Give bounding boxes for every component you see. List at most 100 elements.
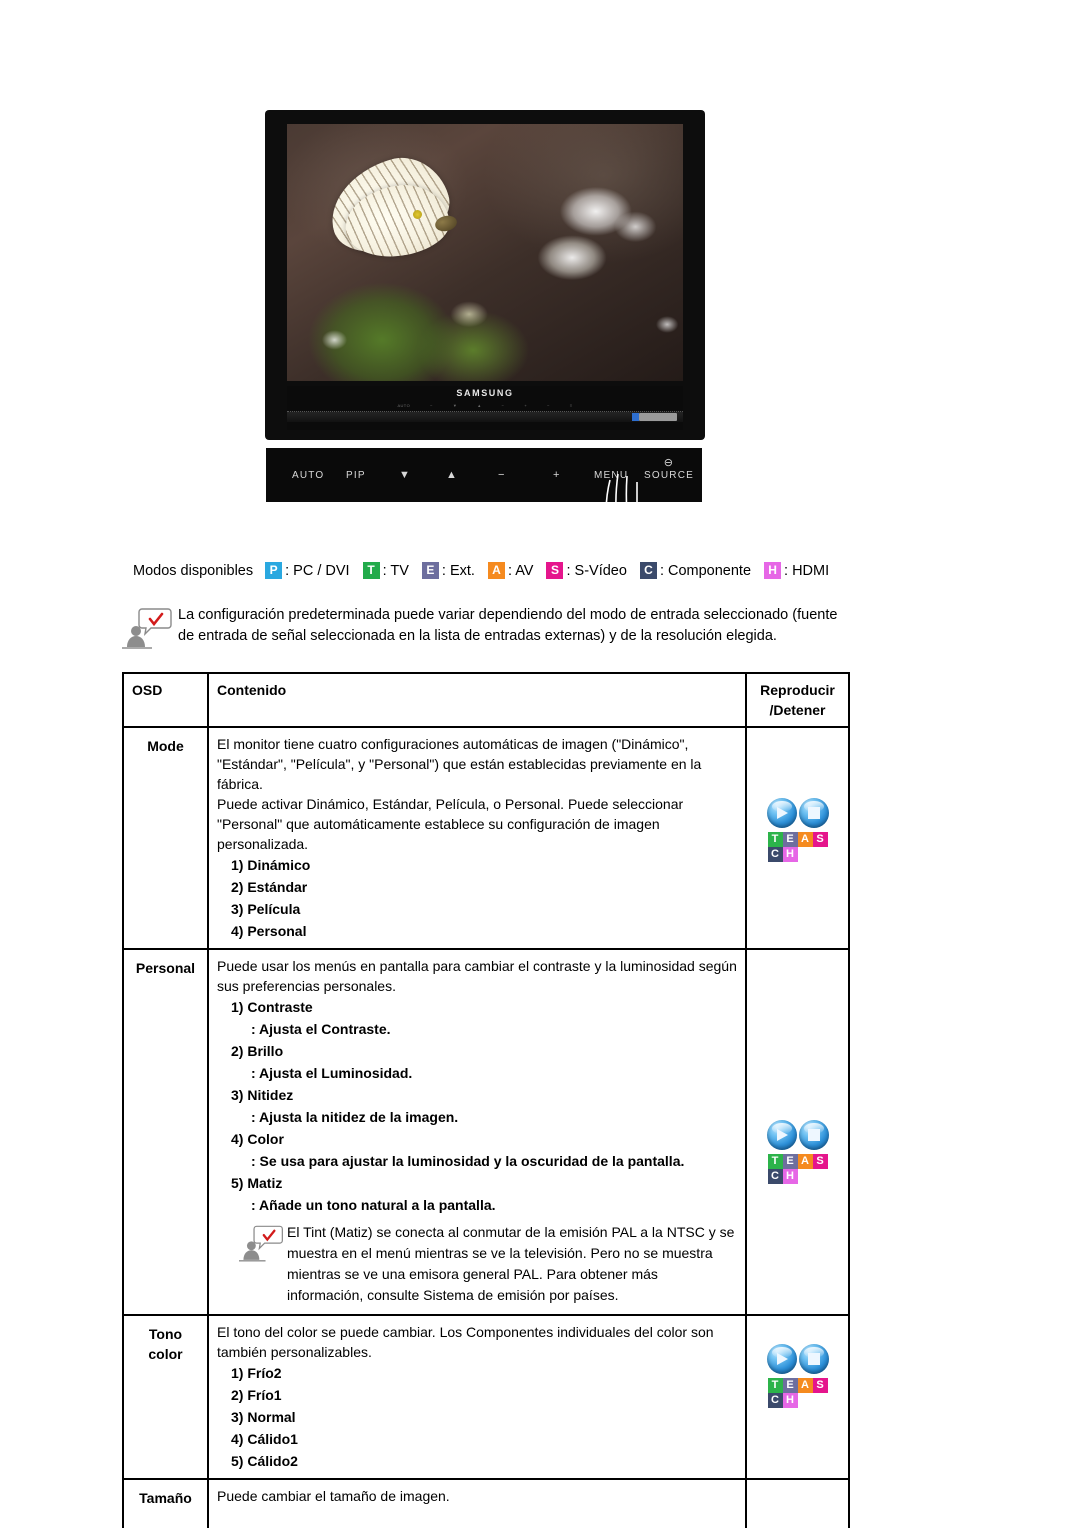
stop-icon[interactable] — [798, 1344, 829, 1374]
row-label-tono-color: Tono color — [122, 1314, 209, 1480]
mode-hdmi: H : HDMI — [764, 562, 829, 579]
mode-ext: E : Ext. — [421, 562, 475, 579]
teach-row-1: T E A S — [767, 832, 828, 847]
teach-badge-s: S — [812, 1378, 828, 1393]
row-content-mode: El monitor tiene cuatro configuraciones … — [207, 726, 747, 950]
mode-chip-c: C — [639, 562, 657, 579]
teach-badge-s: S — [812, 1154, 828, 1169]
table-row: Mode El monitor tiene cuatro configuraci… — [122, 726, 850, 950]
paragraph: El tono del color se puede cambiar. Los … — [217, 1324, 714, 1360]
list-item: 1) Frío2 — [231, 1365, 282, 1381]
mode-componente: C : Componente — [639, 562, 752, 579]
header-contenido: Contenido — [207, 672, 747, 728]
mode-chip-a: A — [487, 562, 505, 579]
teach-badge-e: E — [782, 1378, 798, 1393]
up-arrow-icon[interactable]: ▲ — [446, 469, 458, 481]
micro-label: − — [547, 403, 550, 408]
minus-icon[interactable]: − — [498, 469, 506, 481]
mode-chip-h: H — [764, 562, 782, 579]
row-label-tamano: Tamaño — [122, 1478, 209, 1528]
stop-icon[interactable] — [798, 798, 829, 828]
list-item: 2) Brillo — [231, 1043, 284, 1059]
paragraph: Puede activar Dinámico, Estándar, Pelícu… — [217, 796, 684, 852]
inner-note-text: El Tint (Matiz) se conecta al conmutar d… — [287, 1224, 735, 1303]
paragraph: Puede cambiar el tamaño de imagen. — [217, 1488, 450, 1504]
down-arrow-icon[interactable]: ▼ — [399, 469, 411, 481]
mode-options-list: 1) Dinámico 2) Estándar 3) Película 4) P… — [217, 854, 737, 942]
teach-badge-e: E — [782, 832, 798, 847]
list-item-desc: : Se usa para ajustar la luminosidad y l… — [251, 1153, 685, 1169]
table-row: Tono color El tono del color se puede ca… — [122, 1314, 850, 1480]
teach-badge-c: C — [767, 1169, 783, 1184]
teach-badge-group: T E A S C H — [755, 832, 840, 862]
row-icons-personal: T E A S C H — [745, 948, 850, 1316]
monitor-micro-labels: AUTO − ▼ ▲ − + − ≡ — [287, 403, 683, 408]
teach-row-1: T E A S — [767, 1378, 828, 1393]
list-item: 5) Cálido2 — [231, 1453, 298, 1469]
micro-label: ▲ — [477, 403, 482, 408]
list-item: 4) Color — [231, 1131, 284, 1147]
monitor-base-slot — [287, 411, 683, 422]
mode-chip-t: T — [362, 562, 380, 579]
row-label-mode: Mode — [122, 726, 209, 950]
micro-label: − — [430, 403, 433, 408]
plus-icon[interactable]: + — [553, 469, 561, 481]
list-item-desc: : Añade un tono natural a la pantalla. — [251, 1197, 496, 1213]
play-icon[interactable] — [766, 798, 797, 828]
pip-button[interactable]: PIP — [346, 470, 366, 481]
paragraph: El monitor tiene cuatro configuraciones … — [217, 736, 702, 792]
auto-button[interactable]: AUTO — [292, 470, 324, 481]
teach-badge-group: T E A S C H — [755, 1154, 840, 1184]
play-stop-icons — [755, 1120, 840, 1150]
mode-svideo: S : S-Vídeo — [546, 562, 627, 579]
paragraph: Puede usar los menús en pantalla para ca… — [217, 958, 737, 994]
mode-text-c: : Componente — [659, 562, 752, 579]
menu-button[interactable]: MENU — [594, 470, 628, 481]
play-stop-icons — [755, 1344, 840, 1374]
note-person-icon — [122, 605, 178, 656]
list-item: 5) Matiz — [231, 1175, 283, 1191]
row-content-tamano: Puede cambiar el tamaño de imagen. — [207, 1478, 747, 1528]
play-icon[interactable] — [766, 1120, 797, 1150]
tono-color-options-list: 1) Frío2 2) Frío1 3) Normal 4) Cálido1 5… — [217, 1362, 737, 1472]
list-item: 3) Normal — [231, 1409, 296, 1425]
teach-row-2: C H — [767, 1393, 798, 1408]
stop-icon[interactable] — [798, 1120, 829, 1150]
mode-chip-e: E — [421, 562, 439, 579]
micro-label: + — [524, 403, 528, 408]
mode-chip-s: S — [546, 562, 564, 579]
list-item-desc: : Ajusta el Luminosidad. — [251, 1065, 413, 1081]
play-icon[interactable] — [766, 1344, 797, 1374]
samsung-logo: SAMSUNG — [456, 388, 514, 398]
mode-tv: T : TV — [362, 562, 409, 579]
row-icons-tono-color: T E A S C H — [745, 1314, 850, 1480]
available-modes-line: Modos disponibles P : PC / DVI T : TV E … — [133, 562, 842, 579]
teach-badge-h: H — [782, 847, 798, 862]
teach-badge-e: E — [782, 1154, 798, 1169]
butterfly-photo — [287, 124, 683, 381]
butterfly-spot — [412, 209, 422, 219]
micro-label: − — [501, 403, 505, 408]
mode-av: A : AV — [487, 562, 534, 579]
teach-row-2: C H — [767, 1169, 798, 1184]
available-modes-label: Modos disponibles — [133, 562, 254, 579]
teach-badge-t: T — [767, 1154, 783, 1169]
teach-badge-c: C — [767, 1393, 783, 1408]
document-page: SAMSUNG AUTO − ▼ ▲ − + − ≡ AUTO PIP ▼ ▲ … — [0, 0, 1080, 1528]
mode-text-a: : AV — [507, 562, 534, 579]
header-reproducir-detener: Reproducir /Detener — [745, 672, 850, 728]
mode-text-s: : S-Vídeo — [566, 562, 627, 579]
teach-row-1: T E A S — [767, 1154, 828, 1169]
row-label-personal: Personal — [122, 948, 209, 1316]
micro-label: ▼ — [452, 403, 458, 408]
mode-pc-dvi: P : PC / DVI — [265, 562, 350, 579]
table-header-row: OSD Contenido Reproducir /Detener — [122, 672, 850, 728]
source-button[interactable]: ⊖ SOURCE — [644, 457, 694, 481]
monitor-bezel: SAMSUNG AUTO − ▼ ▲ − + − ≡ — [265, 110, 705, 440]
list-item: 3) Película — [231, 901, 301, 917]
source-icon: ⊖ — [663, 457, 675, 469]
list-item: 1) Contraste — [231, 999, 313, 1015]
table-row: Personal Puede usar los menús en pantall… — [122, 948, 850, 1316]
play-stop-icons — [755, 798, 840, 828]
list-item: 2) Frío1 — [231, 1387, 282, 1403]
